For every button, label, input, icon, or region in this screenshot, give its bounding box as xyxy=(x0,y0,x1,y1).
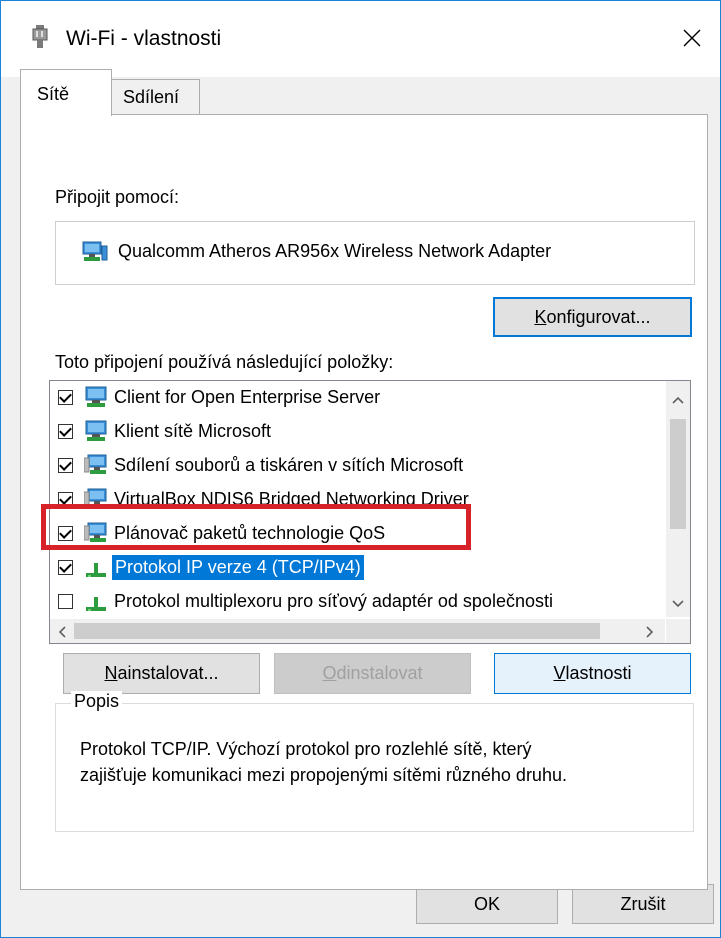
item-label: Client for Open Enterprise Server xyxy=(114,387,381,407)
ok-button-label: OK xyxy=(473,893,500,914)
network-adapter-icon xyxy=(31,25,49,56)
configure-button[interactable]: Konfigurovat... xyxy=(493,297,692,337)
item-label: Protokol multiplexoru pro síťový adaptér… xyxy=(114,591,553,611)
properties-dialog: Wi-Fi - vlastnosti Sítě Sdílení Připojit… xyxy=(0,0,721,938)
uninstall-button-label: Odinstalovat xyxy=(322,663,423,683)
tab-site-label: Sítě xyxy=(37,84,70,104)
item-checkbox[interactable] xyxy=(58,594,73,609)
items-label: Toto připojení používá následující polož… xyxy=(55,352,394,372)
adapter-box: Qualcomm Atheros AR956x Wireless Network… xyxy=(55,221,695,285)
item-checkbox[interactable] xyxy=(58,458,73,473)
properties-button-label: Vlastnosti xyxy=(553,663,632,683)
scrollbar-corner xyxy=(666,619,690,643)
network-adapter-icon xyxy=(82,240,108,269)
description-group: Popis Protokol TCP/IP. Výchozí protokol … xyxy=(55,691,694,832)
tab-sdileni-label: Sdílení xyxy=(123,87,180,107)
list-item[interactable]: Klient sítě Microsoft xyxy=(50,415,665,449)
protocol-icon xyxy=(84,555,108,584)
window-title: Wi-Fi - vlastnosti xyxy=(66,27,222,50)
list-item[interactable]: Sdílení souborů a tiskáren v sítích Micr… xyxy=(50,449,665,483)
vertical-scrollbar[interactable] xyxy=(666,381,690,617)
connect-using-label: Připojit pomocí: xyxy=(55,187,180,207)
horizontal-scrollbar[interactable] xyxy=(50,619,665,643)
tab-panel-site: Připojit pomocí: Qualcomm Atheros AR956x… xyxy=(20,114,708,890)
network-client-icon xyxy=(84,419,108,448)
scroll-down-icon[interactable] xyxy=(672,595,684,611)
tab-sdileni[interactable]: Sdílení xyxy=(110,79,200,116)
dialog-body: Sítě Sdílení Připojit pomocí: Qualcomm A… xyxy=(1,69,720,937)
list-item[interactable]: Protokol multiplexoru pro síťový adaptér… xyxy=(50,585,665,617)
close-icon xyxy=(683,29,701,47)
horizontal-scroll-thumb[interactable] xyxy=(74,623,600,639)
item-label: Klient sítě Microsoft xyxy=(114,421,272,441)
description-text: Protokol TCP/IP. Výchozí protokol pro ro… xyxy=(80,736,567,788)
close-button[interactable] xyxy=(664,15,720,61)
description-line-2: zajišťuje komunikaci mezi propojenými sí… xyxy=(80,765,567,785)
cancel-button-label: Zrušit xyxy=(620,893,666,914)
install-button[interactable]: Nainstalovat... xyxy=(63,653,260,694)
list-item[interactable]: Client for Open Enterprise Server xyxy=(50,381,665,415)
scroll-right-icon[interactable] xyxy=(646,625,654,641)
items-rows: Client for Open Enterprise Server Klient… xyxy=(50,381,665,617)
network-client-icon xyxy=(84,385,108,414)
cancel-button[interactable]: Zrušit xyxy=(572,884,714,924)
ok-button[interactable]: OK xyxy=(416,884,558,924)
item-checkbox[interactable] xyxy=(58,424,73,439)
network-service-icon xyxy=(83,453,108,482)
scroll-up-icon[interactable] xyxy=(672,391,684,407)
description-legend: Popis xyxy=(71,691,123,712)
properties-button[interactable]: Vlastnosti xyxy=(494,653,691,694)
title-bar: Wi-Fi - vlastnosti xyxy=(1,1,720,77)
install-button-label: Nainstalovat... xyxy=(104,663,219,683)
list-item-selected[interactable]: Protokol IP verze 4 (TCP/IPv4) xyxy=(50,551,665,585)
highlight-box xyxy=(41,504,471,550)
item-label: Protokol IP verze 4 (TCP/IPv4) xyxy=(111,554,365,581)
configure-button-label: Konfigurovat... xyxy=(534,306,651,327)
adapter-name: Qualcomm Atheros AR956x Wireless Network… xyxy=(118,241,552,261)
tab-site[interactable]: Sítě xyxy=(20,69,112,116)
item-checkbox[interactable] xyxy=(58,560,73,575)
item-label: Sdílení souborů a tiskáren v sítích Micr… xyxy=(114,455,464,475)
protocol-icon xyxy=(84,589,108,617)
description-line-1: Protokol TCP/IP. Výchozí protokol pro ro… xyxy=(80,739,532,759)
item-checkbox[interactable] xyxy=(58,390,73,405)
uninstall-button[interactable]: Odinstalovat xyxy=(274,653,471,694)
vertical-scroll-thumb[interactable] xyxy=(670,419,686,529)
scroll-left-icon[interactable] xyxy=(58,625,66,641)
